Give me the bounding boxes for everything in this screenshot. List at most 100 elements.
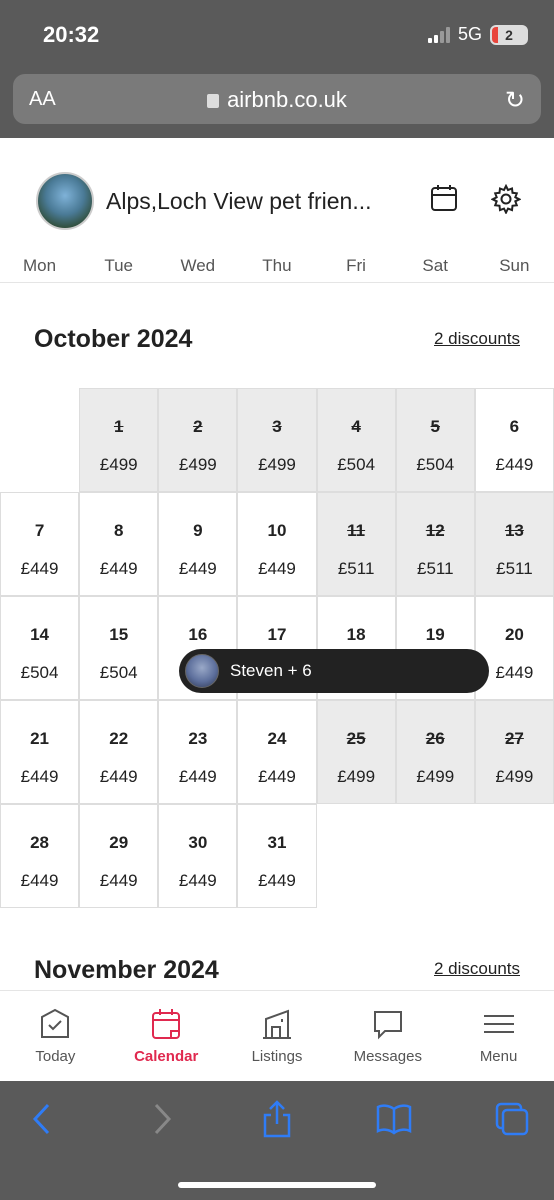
calendar-header: Alps,Loch View pet frien... Mon Tue Wed … (0, 138, 554, 283)
calendar-day-cell[interactable]: 10 £449 (237, 492, 317, 596)
day-price: £449 (495, 455, 534, 474)
tab-listings[interactable]: Listings (222, 991, 333, 1082)
day-price: £449 (99, 559, 138, 578)
calendar-day-cell[interactable]: 4 £504 (316, 388, 396, 492)
day-number: 11 (347, 521, 366, 540)
status-time: 20:32 (43, 22, 100, 47)
day-price: £449 (178, 767, 217, 786)
day-price: £504 (337, 455, 376, 474)
tab-label: Menu (479, 1048, 518, 1065)
calendar-day-cell[interactable]: 14 £504 (0, 596, 80, 700)
calendar-day-cell[interactable]: 21 £449 (0, 700, 80, 804)
calendar-day-cell[interactable]: 30 £449 (158, 804, 238, 908)
calendar-day-cell[interactable]: 24 £449 (237, 700, 317, 804)
calendar-day-cell[interactable]: 27 £499 (474, 700, 554, 804)
day-price: £499 (337, 767, 376, 786)
day-price: £449 (99, 767, 138, 786)
day-number: 14 (30, 625, 50, 644)
calendar-day-cell[interactable]: 20 £449 (474, 596, 554, 700)
calendar-day-cell[interactable]: 3 £499 (237, 388, 317, 492)
day-price: £449 (258, 871, 296, 890)
bookmarks-icon[interactable] (375, 1101, 413, 1137)
tab-today[interactable]: Today (0, 991, 111, 1082)
weekday-header: Mon Tue Wed Thu Fri Sat Sun (0, 256, 554, 276)
status-indicators: 5G 2 (427, 24, 528, 45)
calendar-day-cell[interactable]: 6 £449 (474, 388, 554, 492)
day-price: £511 (496, 559, 533, 578)
calendar-day-cell[interactable]: 29 £449 (79, 804, 159, 908)
url-text[interactable]: airbnb.co.uk (227, 87, 347, 112)
calendar-view-icon[interactable] (430, 184, 458, 212)
day-number: 30 (188, 833, 208, 852)
day-price: £449 (99, 871, 138, 890)
month-title-november: November 2024 (34, 956, 219, 984)
calendar-day-cell[interactable]: 5 £504 (395, 388, 475, 492)
day-price: £511 (337, 559, 375, 578)
day-number: 15 (109, 625, 129, 644)
calendar-day-cell[interactable]: 12 £511 (395, 492, 475, 596)
weekday-label: Tue (104, 256, 134, 275)
tab-label: Listings (251, 1048, 303, 1065)
day-number: 29 (109, 833, 129, 852)
day-number: 7 (34, 521, 45, 540)
forward-icon[interactable] (150, 1101, 174, 1137)
day-number: 19 (425, 625, 445, 644)
calendar-day-cell[interactable]: 2 £499 (158, 388, 238, 492)
listing-title[interactable]: Alps,Loch View pet frien... (106, 188, 372, 215)
tab-calendar[interactable]: Calendar (111, 991, 222, 1082)
day-number: 24 (267, 729, 287, 748)
messages-icon (373, 1011, 402, 1040)
tab-menu[interactable]: Menu (443, 991, 554, 1082)
tab-label: Calendar (134, 1048, 199, 1065)
gear-icon[interactable] (491, 184, 521, 214)
day-number: 5 (430, 417, 440, 436)
day-number: 17 (267, 625, 287, 644)
weekday-label: Thu (262, 256, 292, 275)
back-icon[interactable] (30, 1101, 54, 1137)
day-number: 3 (272, 417, 282, 436)
calendar-day-cell[interactable]: 31 £449 (237, 804, 317, 908)
listings-icon (262, 1009, 291, 1039)
calendar-icon (152, 1009, 181, 1039)
day-price: £449 (178, 871, 217, 890)
month-title-october: October 2024 (34, 325, 193, 353)
reload-icon[interactable]: ↻ (505, 86, 525, 115)
day-price: £499 (99, 455, 138, 474)
calendar-day-cell[interactable]: 15 £504 (79, 596, 159, 700)
calendar-day-cell[interactable]: 26 £499 (395, 700, 475, 804)
share-icon[interactable] (260, 1099, 294, 1139)
day-number: 22 (109, 729, 129, 748)
day-number: 27 (504, 729, 524, 748)
day-price: £511 (416, 559, 454, 578)
day-number: 28 (30, 833, 50, 852)
battery-level: 2 (505, 26, 513, 43)
calendar-day-cell[interactable]: 13 £511 (474, 492, 554, 596)
day-number: 25 (346, 729, 366, 748)
discounts-link-october[interactable]: 2 discounts (434, 329, 520, 349)
day-number: 31 (267, 833, 287, 852)
address-bar[interactable]: AA airbnb.co.uk ↻ (13, 74, 541, 124)
discounts-link-november[interactable]: 2 discounts (434, 959, 520, 979)
calendar-day-cell[interactable]: 23 £449 (158, 700, 238, 804)
calendar-day-cell[interactable]: 25 £499 (316, 700, 396, 804)
tab-messages[interactable]: Messages (332, 991, 443, 1082)
day-price: £499 (416, 767, 455, 786)
battery-icon: 2 (490, 24, 528, 45)
reservation-label: Steven + 6 (230, 661, 312, 680)
day-number: 10 (267, 521, 287, 540)
day-price: £449 (178, 559, 217, 578)
day-number: 12 (425, 521, 445, 540)
calendar-day-cell[interactable]: 1 £499 (79, 388, 159, 492)
calendar-day-cell[interactable]: 7 £449 (0, 492, 80, 596)
day-price: £499 (178, 455, 217, 474)
listing-photo[interactable] (36, 172, 94, 230)
calendar-day-cell[interactable]: 22 £449 (79, 700, 159, 804)
calendar-day-cell[interactable]: 8 £449 (79, 492, 159, 596)
calendar-day-cell[interactable]: 9 £449 (158, 492, 238, 596)
guest-avatar (185, 654, 219, 688)
day-price: £449 (258, 559, 296, 578)
calendar-day-cell[interactable]: 28 £449 (0, 804, 80, 908)
calendar-day-cell[interactable]: 11 £511 (316, 492, 396, 596)
reservation-bar[interactable]: Steven + 6 (179, 649, 489, 693)
tabs-icon[interactable] (494, 1101, 530, 1137)
